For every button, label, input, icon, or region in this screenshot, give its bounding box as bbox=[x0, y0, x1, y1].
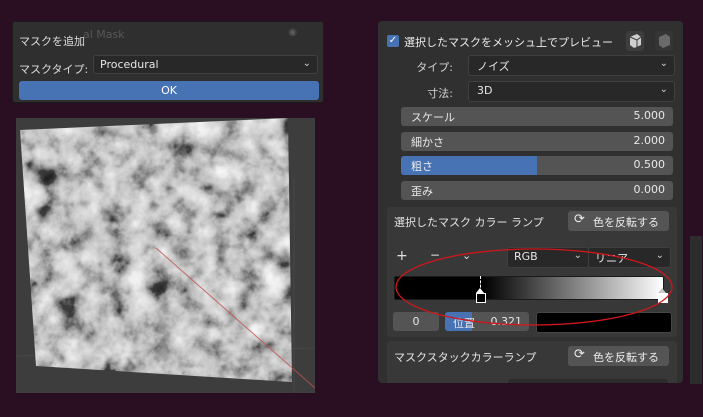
refresh-icon: ⟳ bbox=[574, 212, 585, 227]
invert-colors-button-2[interactable]: ⟳ 色を反転する bbox=[568, 346, 669, 366]
mask-properties-panel: ✓ 選択したマスクをメッシュ上でプレビュー タイプ: ノイズ ⌄ 寸法: 3D … bbox=[378, 21, 683, 383]
detail-value: 2.000 bbox=[633, 134, 666, 147]
detail-label: 細かさ bbox=[411, 136, 444, 149]
distortion-value: 0.000 bbox=[633, 183, 666, 196]
chevron-down-icon: ⌄ bbox=[659, 58, 668, 69]
refresh-icon: ⟳ bbox=[574, 347, 585, 362]
mask-type-value: Procedural bbox=[100, 58, 159, 71]
annotation-ellipse bbox=[395, 248, 673, 326]
scale-slider[interactable]: スケール 5.000 bbox=[401, 107, 673, 126]
chevron-down-icon: ⌄ bbox=[659, 84, 668, 95]
type-value: ノイズ bbox=[477, 60, 510, 73]
detail-slider[interactable]: 細かさ 2.000 bbox=[401, 132, 673, 151]
preview-label: 選択したマスクをメッシュ上でプレビュー bbox=[404, 36, 613, 49]
scale-value: 5.000 bbox=[633, 109, 666, 122]
preview-checkbox[interactable]: ✓ bbox=[387, 35, 399, 47]
type-dropdown[interactable]: ノイズ ⌄ bbox=[468, 55, 675, 76]
invert-colors-label: 色を反転する bbox=[593, 351, 659, 364]
scrollbar[interactable] bbox=[690, 236, 702, 384]
dimension-value: 3D bbox=[477, 84, 493, 97]
type-label: タイプ: bbox=[416, 61, 453, 74]
dimension-dropdown[interactable]: 3D ⌄ bbox=[468, 81, 675, 102]
distortion-label: 歪み bbox=[411, 185, 433, 198]
add-mask-dialog: al Mask ◉ マスクを追加 マスクタイプ: Procedural ⌄ OK bbox=[12, 21, 324, 103]
mesh-icon-disabled bbox=[659, 34, 670, 48]
dimension-label: 寸法: bbox=[427, 87, 453, 100]
mask-stack-ramp-preview bbox=[508, 379, 668, 383]
invert-colors-button[interactable]: ⟳ 色を反転する bbox=[568, 211, 669, 231]
roughness-value: 0.500 bbox=[633, 158, 666, 171]
mesh-copy-button[interactable] bbox=[655, 31, 673, 51]
scale-label: スケール bbox=[411, 111, 455, 124]
invert-colors-label: 色を反転する bbox=[593, 216, 659, 229]
distortion-slider[interactable]: 歪み 0.000 bbox=[401, 181, 673, 200]
roughness-label: 粗さ bbox=[411, 160, 433, 173]
3d-viewport[interactable] bbox=[16, 118, 315, 393]
eye-icon: ◉ bbox=[288, 27, 297, 38]
mask-stack-ramp-title: マスクスタックカラーランプ bbox=[394, 351, 537, 364]
dialog-title: マスクを追加 bbox=[19, 35, 85, 48]
viewport-canvas bbox=[16, 118, 315, 393]
chevron-down-icon: ⌄ bbox=[302, 58, 311, 69]
color-ramp-title: 選択したマスク カラー ランプ bbox=[394, 216, 544, 229]
roughness-slider[interactable]: 粗さ 0.500 bbox=[401, 156, 673, 175]
ok-button[interactable]: OK bbox=[19, 81, 319, 100]
mask-type-label: マスクタイプ: bbox=[19, 63, 89, 76]
noise-mesh-plane bbox=[20, 118, 292, 382]
dialog-ghost-text: al Mask bbox=[83, 28, 125, 41]
mask-type-dropdown[interactable]: Procedural ⌄ bbox=[93, 55, 318, 74]
mesh-preview-button[interactable] bbox=[626, 31, 644, 51]
mesh-icon bbox=[629, 34, 642, 48]
